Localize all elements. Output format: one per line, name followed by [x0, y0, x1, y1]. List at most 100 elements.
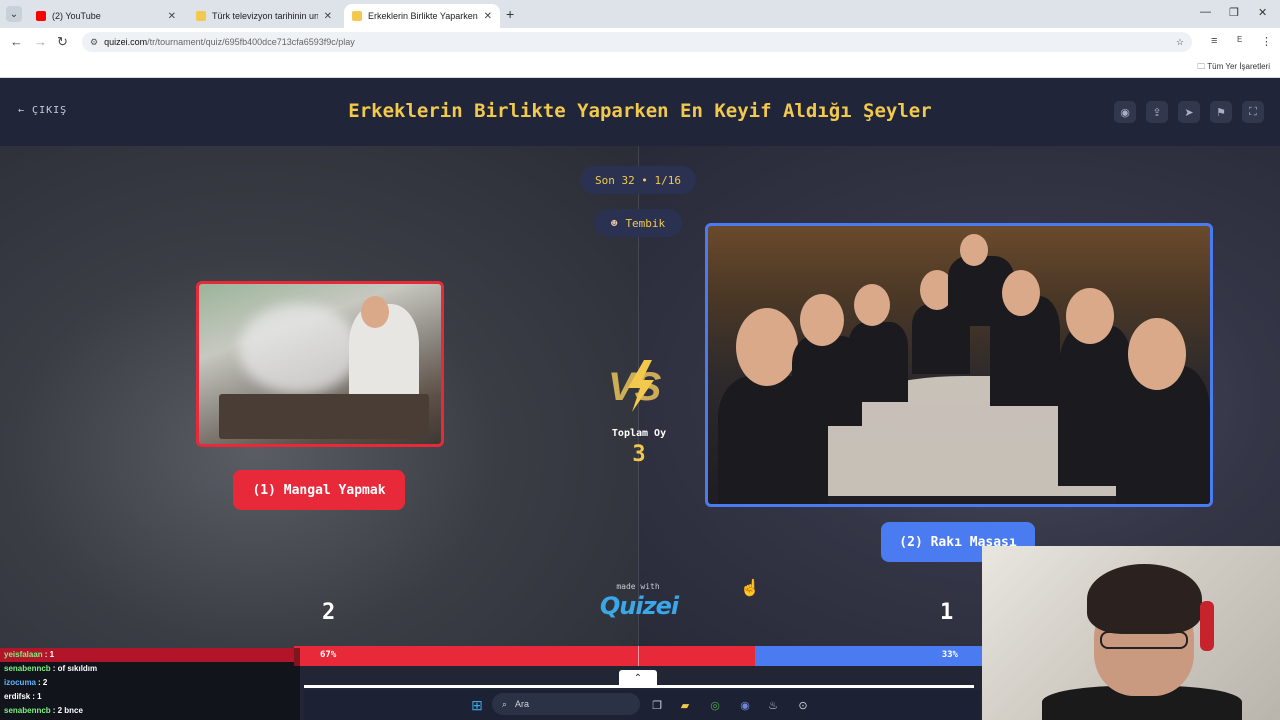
person-hair-shape — [1087, 564, 1202, 634]
quizei-favicon-icon — [352, 11, 362, 21]
chat-text: : 1 — [32, 692, 42, 701]
chat-message: senabenncb: of sıkıldım — [4, 664, 97, 673]
person-shape — [848, 322, 908, 402]
fullscreen-icon[interactable]: ⛶ — [1242, 101, 1264, 123]
right-percent: 33% — [941, 650, 958, 660]
minimize-icon[interactable]: — — [1200, 6, 1211, 18]
face-shape — [800, 294, 844, 346]
exit-button[interactable]: ← ÇIKIŞ — [18, 105, 67, 116]
back-arrow-icon[interactable]: ← — [10, 34, 23, 49]
chat-username: senabenncb — [4, 664, 51, 673]
chevron-up-icon[interactable]: ⌃ — [619, 670, 657, 686]
total-votes-value: 3 — [632, 442, 646, 467]
right-score: 1 — [940, 600, 954, 625]
eye-icon[interactable]: ◉ — [1114, 101, 1136, 123]
forward-arrow-icon[interactable]: → — [34, 34, 47, 49]
quizei-favicon-icon — [196, 11, 206, 21]
user-name: Tembik — [625, 216, 666, 230]
search-icon: ⌕ — [502, 698, 508, 709]
close-window-icon[interactable]: ✕ — [1258, 6, 1267, 19]
option-right-image[interactable] — [705, 223, 1213, 507]
share-icon[interactable]: ⇪ — [1146, 101, 1168, 123]
close-icon[interactable]: ✕ — [324, 11, 332, 22]
face-shape — [1128, 318, 1186, 390]
all-bookmarks-label: Tüm Yer İşaretleri — [1207, 62, 1270, 71]
chat-text: : 2 bnce — [52, 706, 83, 715]
smoke-shape — [239, 304, 359, 394]
glasses-shape — [1100, 631, 1188, 649]
chat-username: yeisfalaan — [4, 650, 43, 659]
chat-message: erdifsk: 1 — [4, 692, 42, 701]
chat-message: senabenncb: 2 bnce — [4, 706, 83, 715]
vote-bar-left: 67% — [294, 646, 755, 666]
task-view-icon[interactable]: ❐ — [648, 696, 666, 714]
face-shape — [361, 296, 389, 328]
os-taskbar — [304, 690, 980, 720]
tab-bar: ⌄ (2) YouTube ✕ Türk televizyon tarihini… — [0, 0, 1280, 28]
flag-icon[interactable]: ⚑ — [1210, 101, 1232, 123]
site-info-icon[interactable]: ⚙ — [90, 37, 98, 48]
windows-start-icon[interactable]: ⊞ — [468, 696, 486, 714]
left-percent: 67% — [320, 650, 337, 660]
exit-label: ÇIKIŞ — [32, 105, 68, 116]
media-controls-icon[interactable]: ≡ — [1211, 35, 1217, 47]
tab-active-quiz[interactable]: Erkeklerin Birlikte Yaparken En ✕ — [344, 4, 500, 28]
bookmark-star-icon[interactable]: ☆ — [1176, 37, 1184, 48]
vote-bar-center-line — [638, 646, 639, 666]
option-left-button[interactable]: (1) Mangal Yapmak — [233, 470, 405, 510]
chat-username: senabenncb — [4, 706, 51, 715]
tab-search-button[interactable]: ⌄ — [6, 6, 22, 22]
vs-lightning-icon: VS — [608, 360, 662, 412]
round-badge: Son 32 • 1/16 — [580, 166, 696, 194]
quizei-logo[interactable]: Quizei — [594, 592, 684, 620]
bookmarks-bar: 🗀 Tüm Yer İşaretleri — [0, 56, 1280, 78]
headset-shape — [1200, 601, 1214, 651]
user-avatar-icon: ☻ — [610, 216, 618, 230]
tab-youtube[interactable]: (2) YouTube ✕ — [28, 4, 184, 28]
restore-icon[interactable]: ❐ — [1229, 6, 1239, 19]
obs-icon[interactable]: ⊙ — [794, 696, 812, 714]
face-shape — [736, 308, 798, 386]
option-left-image[interactable] — [196, 281, 444, 447]
face-shape — [960, 234, 988, 266]
face-shape — [854, 284, 890, 326]
youtube-icon — [36, 11, 46, 21]
tab-title: Türk televizyon tarihinin unutul — [212, 11, 318, 21]
address-bar[interactable]: ⚙ quizei.com/tr/tournament/quiz/695fb400… — [82, 32, 1192, 52]
chat-text: : 2 — [38, 678, 48, 687]
profile-avatar[interactable]: E — [1237, 35, 1242, 44]
arrow-left-icon: ← — [18, 105, 33, 116]
chat-text: : 1 — [44, 650, 55, 659]
chat-message: izocuma: 2 — [4, 678, 47, 687]
face-shape — [1002, 270, 1040, 316]
steam-icon[interactable]: ♨ — [764, 696, 782, 714]
total-votes-label: Toplam Oy — [611, 428, 667, 439]
menu-kebab-icon[interactable]: ⋮ — [1261, 35, 1272, 48]
tab-turk-tv[interactable]: Türk televizyon tarihinin unutul ✕ — [188, 4, 340, 28]
user-badge: ☻ Tembik — [594, 209, 682, 237]
left-score: 2 — [322, 600, 336, 625]
send-icon[interactable]: ➤ — [1178, 101, 1200, 123]
chrome-icon[interactable]: ◎ — [706, 696, 724, 714]
tab-title: (2) YouTube — [52, 11, 101, 21]
quiz-title: Erkeklerin Birlikte Yaparken En Keyif Al… — [348, 100, 932, 122]
url-host: quizei.com — [104, 37, 148, 47]
close-icon[interactable]: ✕ — [484, 11, 492, 22]
all-bookmarks-button[interactable]: 🗀 Tüm Yer İşaretleri — [1197, 61, 1270, 75]
discord-icon[interactable]: ◉ — [736, 696, 754, 714]
file-explorer-icon[interactable]: ▰ — [676, 696, 694, 714]
new-tab-button[interactable]: + — [506, 6, 514, 22]
close-icon[interactable]: ✕ — [168, 11, 176, 22]
vote-bar-right: 33% — [754, 646, 982, 666]
face-shape — [1066, 288, 1114, 344]
chat-username: erdifsk — [4, 692, 31, 701]
taskbar-search[interactable]: ⌕ Ara — [492, 693, 640, 715]
url-path: /tr/tournament/quiz/695fb400dce713cfa659… — [147, 37, 355, 47]
reload-icon[interactable]: ↻ — [57, 34, 68, 50]
bottom-scroll-indicator — [304, 685, 974, 688]
grill-shape — [219, 394, 429, 439]
chat-message: yeisfalaan: 1 — [4, 650, 54, 659]
taskbar-search-label: Ara — [515, 699, 530, 709]
webcam-overlay — [982, 546, 1280, 720]
mouse-pointer-icon: ☝ — [740, 580, 760, 597]
